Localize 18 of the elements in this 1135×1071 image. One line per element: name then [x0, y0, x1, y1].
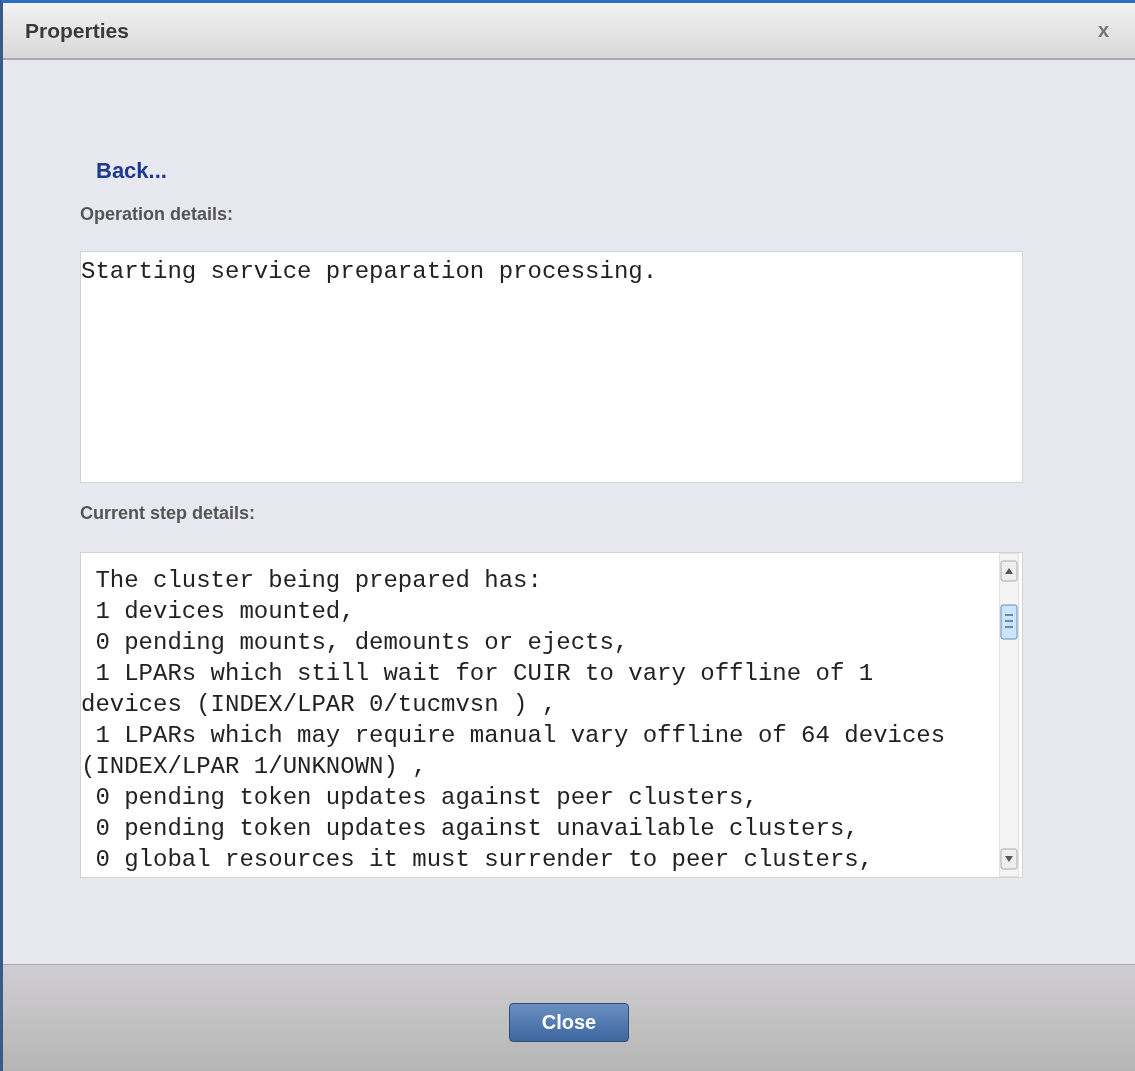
title-bar-x-button[interactable]: x [1091, 19, 1115, 42]
detail-line: 0 global resources it must surrender to peer clusters, [94, 845, 875, 875]
operation-text: Starting service preparation processing. [81, 257, 659, 287]
section-label: Current step details: [80, 503, 256, 524]
detail-line: 0 pending token updates against peer clusters, [94, 783, 759, 813]
section-label: Operation details: [80, 204, 234, 225]
detail-line: 1 devices mounted, [94, 597, 356, 627]
detail-line: devices (INDEX/LPAR 0/tucmvsn ) , [81, 690, 558, 720]
detail-line: 0 pending token updates against unavailable clusters, [94, 814, 860, 844]
detail-line: 0 pending mounts, demounts or ejects, [94, 628, 630, 658]
back-link[interactable]: Back... [96, 158, 167, 184]
detail-line: 1 LPARs which still wait for CUIR to vary offline of 1 [94, 659, 875, 689]
window-title: Properties [25, 18, 129, 43]
detail-line: 1 LPARs which may require manual vary offline of 64 devices [94, 721, 946, 751]
detail-line: (INDEX/LPAR 1/UNKNOWN) , [81, 752, 428, 782]
close-button[interactable]: Close [509, 1002, 629, 1042]
detail-line: The cluster being prepared has: [94, 566, 543, 596]
scrollbar[interactable] [999, 553, 1019, 877]
